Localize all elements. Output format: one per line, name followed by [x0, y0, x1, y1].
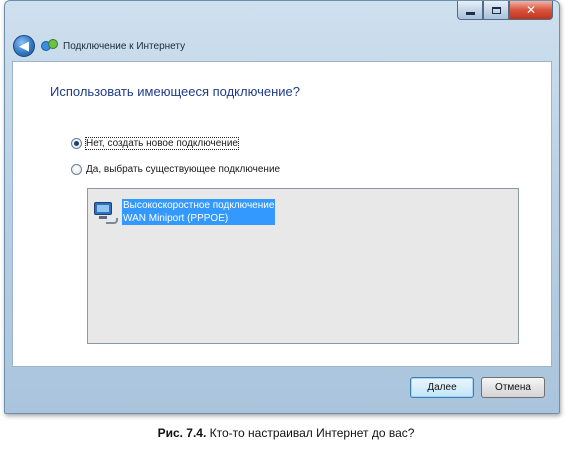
figure-text: Кто-то настраивал Интернет до вас? — [206, 426, 415, 440]
network-icon — [41, 37, 59, 55]
back-button[interactable]: ◀ — [13, 35, 35, 57]
close-button[interactable]: ✕ — [509, 1, 553, 20]
maximize-icon — [491, 6, 501, 14]
minimize-icon — [465, 11, 475, 15]
cancel-button[interactable]: Отмена — [481, 377, 545, 398]
radio-selected-dot — [74, 141, 79, 146]
radio-new-connection[interactable] — [71, 138, 82, 149]
back-arrow-icon: ◀ — [19, 38, 29, 54]
connection-device: WAN Miniport (PPPOE) — [122, 212, 276, 225]
button-bar: Далее Отмена — [5, 369, 559, 413]
option-new-connection[interactable]: Нет, создать новое подключение — [71, 137, 239, 150]
wizard-content: Использовать имеющееся подключение? Нет,… — [12, 61, 552, 367]
connection-text: Высокоскоростное подключение WAN Minipor… — [122, 199, 276, 225]
connection-name: Высокоскоростное подключение — [122, 199, 276, 212]
figure-number: Рис. 7.4. — [157, 426, 207, 440]
window-controls: ✕ — [457, 1, 553, 21]
connection-list[interactable]: Высокоскоростное подключение WAN Minipor… — [87, 188, 519, 344]
minimize-button[interactable] — [457, 1, 483, 20]
list-item[interactable]: Высокоскоростное подключение WAN Minipor… — [92, 199, 276, 227]
next-button[interactable]: Далее — [410, 377, 474, 398]
radio-existing-connection[interactable] — [71, 164, 82, 175]
maximize-button[interactable] — [483, 1, 509, 20]
window-title: Подключение к Интернету — [63, 40, 186, 52]
page-heading: Использовать имеющееся подключение? — [50, 84, 300, 99]
navigation-row: ◀ Подключение к Интернету — [13, 33, 185, 59]
option-existing-connection[interactable]: Да, выбрать существующее подключение — [71, 164, 280, 175]
wizard-window: ✕ ◀ Подключение к Интернету Использовать… — [4, 0, 560, 414]
option-new-connection-label[interactable]: Нет, создать новое подключение — [85, 137, 239, 150]
option-existing-connection-label[interactable]: Да, выбрать существующее подключение — [86, 164, 280, 175]
title-bar[interactable]: ✕ — [5, 1, 559, 31]
broadband-connection-icon — [92, 199, 120, 227]
figure-caption: Рис. 7.4. Кто-то настраивал Интернет до … — [0, 426, 572, 440]
close-icon: ✕ — [525, 3, 537, 17]
